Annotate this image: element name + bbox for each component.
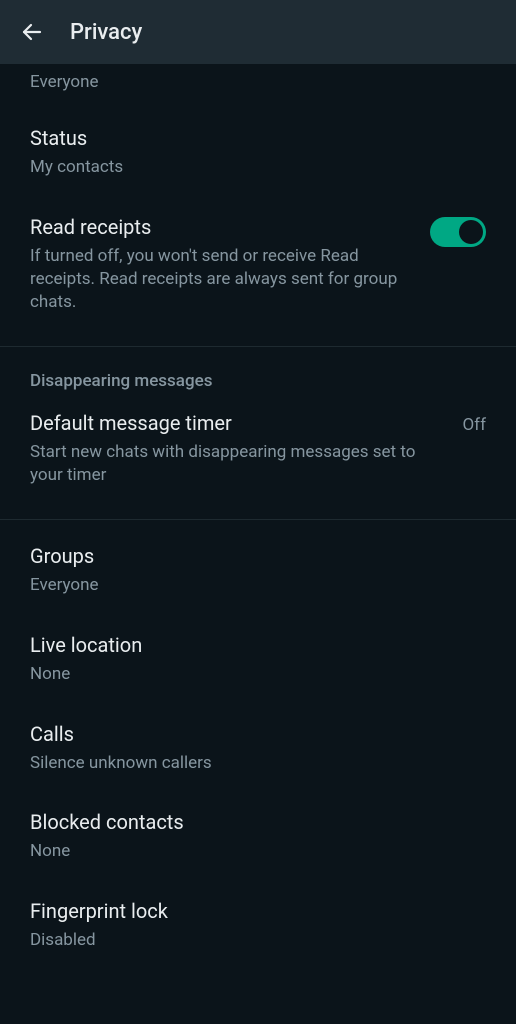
back-button[interactable] — [12, 12, 52, 52]
page-title: Privacy — [70, 20, 142, 45]
status-title: Status — [30, 126, 486, 150]
read-receipts-item[interactable]: Read receipts If turned off, you won't s… — [0, 197, 516, 332]
calls-value: Silence unknown callers — [30, 752, 486, 775]
live-location-value: None — [30, 663, 486, 686]
blocked-title: Blocked contacts — [30, 810, 486, 834]
settings-list: Everyone Status My contacts Read receipt… — [0, 64, 516, 1024]
last-seen-value: Everyone — [30, 72, 486, 92]
calls-item[interactable]: Calls Silence unknown callers — [0, 704, 516, 793]
default-timer-title: Default message timer — [30, 411, 442, 435]
live-location-title: Live location — [30, 633, 486, 657]
default-timer-item[interactable]: Default message timer Start new chats wi… — [0, 403, 516, 505]
fingerprint-value: Disabled — [30, 929, 486, 952]
fingerprint-title: Fingerprint lock — [30, 899, 486, 923]
groups-title: Groups — [30, 544, 486, 568]
back-arrow-icon — [20, 20, 44, 44]
groups-value: Everyone — [30, 574, 486, 597]
read-receipts-toggle[interactable] — [430, 217, 486, 247]
groups-item[interactable]: Groups Everyone — [0, 526, 516, 615]
disappearing-header: Disappearing messages — [0, 347, 516, 403]
default-timer-desc: Start new chats with disappearing messag… — [30, 441, 442, 487]
read-receipts-desc: If turned off, you won't send or receive… — [30, 245, 410, 314]
status-item[interactable]: Status My contacts — [0, 108, 516, 197]
last-seen-value-row[interactable]: Everyone — [0, 64, 516, 108]
read-receipts-title: Read receipts — [30, 215, 410, 239]
fingerprint-lock-item[interactable]: Fingerprint lock Disabled — [0, 881, 516, 970]
calls-title: Calls — [30, 722, 486, 746]
blocked-value: None — [30, 840, 486, 863]
status-value: My contacts — [30, 156, 486, 179]
live-location-item[interactable]: Live location None — [0, 615, 516, 704]
default-timer-value: Off — [462, 411, 486, 435]
blocked-contacts-item[interactable]: Blocked contacts None — [0, 792, 516, 881]
appbar: Privacy — [0, 0, 516, 64]
